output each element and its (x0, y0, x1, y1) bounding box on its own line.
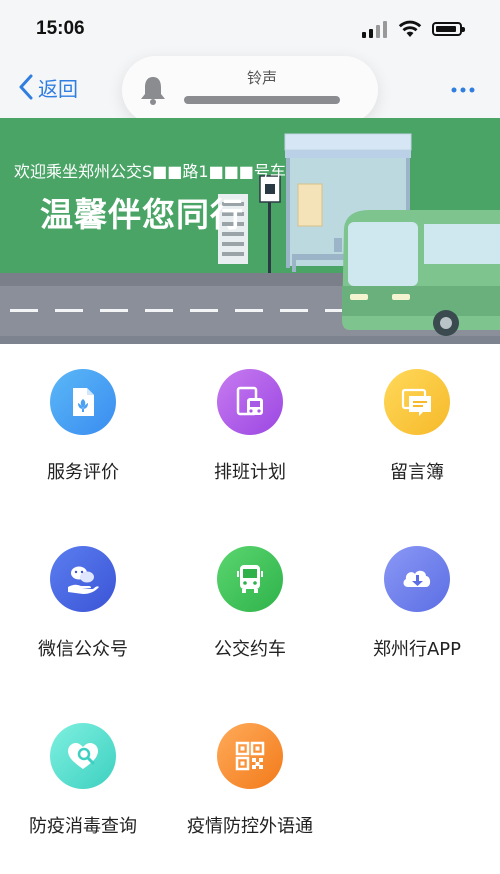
bus-booking-icon-circle (217, 546, 283, 612)
cellular-signal-icon (362, 20, 390, 38)
bus-icon (237, 565, 263, 593)
chevron-left-icon (19, 74, 33, 100)
heart-search-icon (68, 743, 98, 769)
more-icon[interactable] (450, 78, 476, 98)
menu-epidemic-disinfection[interactable]: 防疫消毒查询 (0, 698, 166, 868)
menu-message-book[interactable]: 留言簿 (334, 344, 500, 514)
menu-shift-schedule[interactable]: 排班计划 (167, 344, 333, 514)
shift-schedule-label: 排班计划 (214, 462, 286, 483)
service-rating-label: 服务评价 (47, 462, 119, 483)
service-rating-icon-circle (50, 369, 116, 435)
bus-schedule-icon (236, 386, 263, 416)
message-book-label: 留言簿 (390, 462, 444, 483)
menu-foreign-language[interactable]: 疫情防控外语通 (167, 698, 333, 868)
banner-slogan: 温馨伴您同行 (40, 195, 244, 234)
zhengzhou-app-icon-circle (384, 546, 450, 612)
bell-icon (141, 77, 165, 105)
wechat-hand-icon (68, 566, 99, 594)
menu-bus-booking[interactable]: 公交约车 (167, 521, 333, 691)
banner-welcome-text: 欢迎乘坐郑州公交S■■路1■■■号车 (14, 162, 286, 181)
welcome-banner: 欢迎乘坐郑州公交S■■路1■■■号车 温馨伴您同行 (0, 118, 500, 344)
status-bar: 15:06 (0, 0, 500, 56)
epidemic-disinfection-label: 防疫消毒查询 (29, 816, 137, 837)
ringer-volume-slider[interactable] (184, 96, 340, 104)
service-grid: 服务评价 排班计划 留言簿 微信公众号 公交约车 郑州行APP 防疫消毒查询 疫… (0, 344, 500, 874)
status-icons (362, 20, 470, 38)
foreign-language-label: 疫情防控外语通 (187, 816, 313, 837)
document-flower-icon (73, 388, 94, 416)
message-book-icon-circle (384, 369, 450, 435)
zhengzhou-app-label: 郑州行APP (372, 639, 462, 660)
foreign-language-icon-circle (217, 723, 283, 789)
epidemic-disinfection-icon-circle (50, 723, 116, 789)
back-label: 返回 (38, 76, 78, 101)
ringer-title: 铃声 (246, 69, 277, 87)
menu-zhengzhou-app[interactable]: 郑州行APP (334, 521, 500, 691)
cloud-download-icon (403, 570, 431, 587)
menu-service-rating[interactable]: 服务评价 (0, 344, 166, 514)
wechat-official-icon-circle (50, 546, 116, 612)
bus-booking-label: 公交约车 (214, 639, 286, 660)
status-time: 15:06 (36, 18, 85, 39)
wifi-icon (398, 20, 422, 37)
battery-icon (432, 22, 465, 36)
shift-schedule-icon-circle (217, 369, 283, 435)
wechat-official-label: 微信公众号 (38, 639, 128, 660)
ringer-volume-overlay: 铃声 (122, 56, 378, 124)
message-book-icon (401, 388, 431, 416)
qr-code-icon (235, 741, 265, 771)
back-button[interactable]: 返回 (18, 72, 78, 102)
menu-wechat-official[interactable]: 微信公众号 (0, 521, 166, 691)
